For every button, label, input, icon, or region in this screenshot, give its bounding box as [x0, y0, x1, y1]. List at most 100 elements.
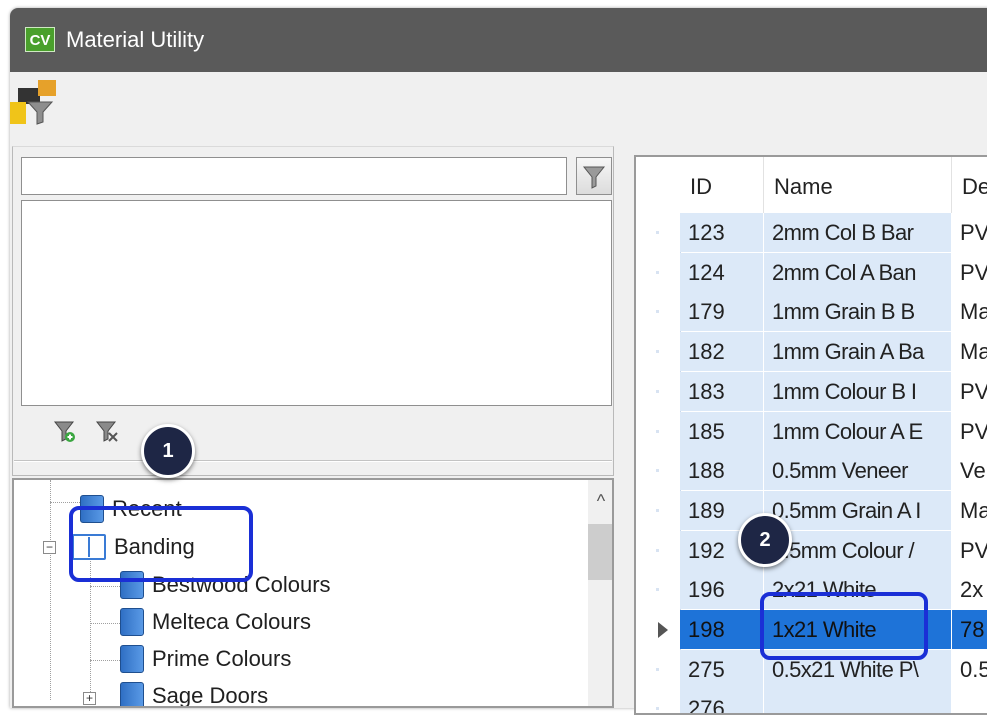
filter-search-input[interactable]	[21, 157, 567, 195]
column-header-id[interactable]: ID	[680, 157, 764, 213]
tree-item-sage-doors[interactable]: Sage Doors	[120, 679, 268, 706]
cell-description[interactable]: Ve	[952, 451, 987, 491]
cell-name[interactable]: 1mm Grain B B	[764, 292, 952, 332]
tree-item-melteca-colours[interactable]: Melteca Colours	[120, 605, 311, 639]
row-header-cell[interactable]	[636, 292, 680, 332]
tree-line	[90, 660, 120, 661]
highlight-box-1x21-white	[760, 592, 928, 660]
tree-line	[50, 502, 80, 503]
row-header-cell[interactable]	[636, 649, 680, 689]
cell-id[interactable]: 276	[680, 689, 764, 713]
table-row[interactable]: 1791mm Grain B BMa	[636, 292, 987, 332]
material-filter-toolbar-icon[interactable]	[8, 74, 60, 126]
row-header-cell[interactable]	[636, 252, 680, 292]
book-icon	[120, 645, 144, 673]
cell-name[interactable]: 1mm Colour A E	[764, 411, 952, 451]
scrollbar-thumb[interactable]	[588, 524, 612, 580]
row-grip-icon	[656, 231, 659, 234]
tree-line	[50, 480, 51, 700]
cell-name[interactable]: 1mm Grain A Ba	[764, 332, 952, 372]
row-header-cell[interactable]	[636, 570, 680, 610]
table-row[interactable]: 188 0.5mm Veneer Ve	[636, 451, 987, 491]
cell-description[interactable]: PV	[952, 252, 987, 292]
cell-description[interactable]: 78	[952, 610, 987, 649]
cell-id[interactable]: 188	[680, 451, 764, 491]
filter-button[interactable]	[576, 157, 612, 195]
row-grip-icon	[656, 310, 659, 314]
play-arrow-icon	[658, 622, 668, 638]
cell-name[interactable]: 2mm Col B Bar	[764, 213, 952, 252]
grid-header: ID Name De	[680, 157, 987, 213]
cell-name[interactable]	[764, 689, 952, 713]
row-header-cell[interactable]	[636, 689, 680, 713]
row-header-cell[interactable]	[636, 530, 680, 570]
callout-badge-2: 2	[738, 513, 792, 567]
cell-description[interactable]: PV	[952, 371, 987, 411]
collapse-expander-icon[interactable]: −	[43, 541, 56, 554]
table-row[interactable]: 123 2mm Col B Bar PV	[636, 213, 987, 252]
cell-description[interactable]: PV	[952, 530, 987, 570]
cell-description[interactable]: 2x	[952, 570, 987, 610]
cell-id[interactable]: 179	[680, 292, 764, 332]
cell-description[interactable]: Ma	[952, 490, 987, 530]
row-grip-icon	[656, 429, 659, 433]
column-header-description[interactable]: De	[952, 157, 987, 213]
table-row[interactable]: 1821mm Grain A BaMa	[636, 332, 987, 372]
row-header-cell[interactable]	[636, 451, 680, 491]
title-bar: CV Material Utility	[10, 8, 987, 72]
expand-expander-icon[interactable]: +	[83, 692, 96, 705]
row-grip-icon	[656, 508, 659, 512]
table-row[interactable]: 276	[636, 689, 987, 713]
tree-line	[90, 623, 120, 624]
book-icon	[120, 608, 144, 636]
cell-id[interactable]: 182	[680, 332, 764, 372]
row-header-cell[interactable]	[636, 371, 680, 411]
cell-id[interactable]: 275	[680, 649, 764, 689]
row-header-cell[interactable]	[636, 490, 680, 530]
cell-id[interactable]: 124	[680, 252, 764, 292]
filter-criteria-list[interactable]	[21, 200, 612, 406]
table-row[interactable]: 185 1mm Colour A E PV	[636, 411, 987, 451]
table-row[interactable]: 124 2mm Col A Ban PV	[636, 252, 987, 292]
tree-scrollbar[interactable]: ^	[588, 480, 612, 706]
row-grip-icon	[656, 389, 659, 393]
row-header-cell[interactable]	[636, 213, 680, 252]
cell-name[interactable]: 0.5mm Colour /	[764, 530, 952, 570]
cell-description[interactable]	[952, 689, 987, 713]
table-row[interactable]: 192 0.5mm Colour / PV	[636, 530, 987, 570]
cell-description[interactable]: Ma	[952, 332, 987, 372]
row-grip-icon	[656, 588, 659, 592]
tree-item-prime-colours[interactable]: Prime Colours	[120, 642, 291, 676]
cell-name[interactable]: 1mm Colour B I	[764, 371, 952, 411]
current-row-indicator-icon[interactable]	[636, 610, 680, 649]
cell-name[interactable]: 2mm Col A Ban	[764, 252, 952, 292]
cell-id[interactable]: 183	[680, 371, 764, 411]
row-header-cell[interactable]	[636, 411, 680, 451]
row-grip-icon	[656, 707, 659, 711]
cell-id[interactable]: 196	[680, 570, 764, 610]
cell-id[interactable]: 198	[680, 610, 764, 649]
funnel-icon	[582, 166, 606, 189]
highlight-box-banding	[69, 506, 253, 582]
cell-id[interactable]: 185	[680, 411, 764, 451]
app-logo: CV	[25, 27, 55, 52]
cell-description[interactable]: PV	[952, 213, 987, 252]
table-row[interactable]: 1890.5mm Grain A IMa	[636, 490, 987, 530]
cell-description[interactable]: 0.5	[952, 649, 987, 689]
row-grip-icon	[656, 270, 659, 274]
table-row[interactable]: 183 1mm Colour B I PV	[636, 371, 987, 411]
row-grip-icon	[656, 469, 659, 473]
cell-description[interactable]: PV	[952, 411, 987, 451]
row-grip-icon	[656, 667, 659, 671]
cell-name[interactable]: 0.5mm Grain A I	[764, 490, 952, 530]
cell-description[interactable]: Ma	[952, 292, 987, 332]
cell-name[interactable]: 0.5mm Veneer	[764, 451, 952, 491]
clear-filter-icon[interactable]	[94, 418, 120, 444]
row-grip-icon	[656, 350, 659, 354]
add-filter-icon[interactable]	[52, 418, 78, 444]
column-header-name[interactable]: Name	[764, 157, 952, 213]
tree-line	[90, 586, 120, 587]
scroll-up-arrow-icon[interactable]: ^	[588, 486, 612, 516]
cell-id[interactable]: 123	[680, 213, 764, 252]
row-header-cell[interactable]	[636, 332, 680, 372]
